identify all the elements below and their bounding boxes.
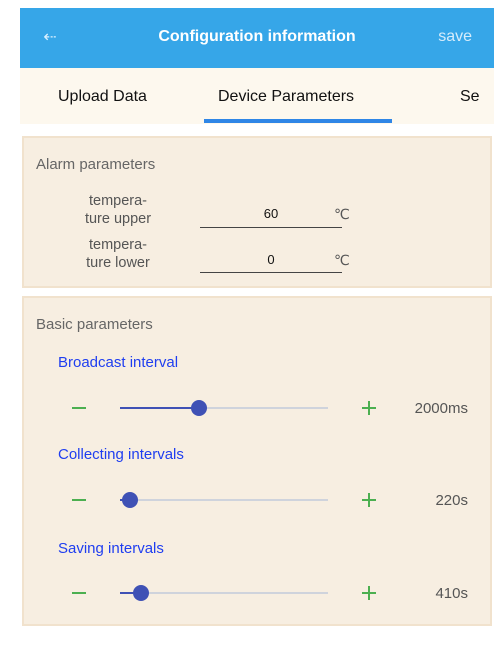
collecting-intervals-decrease-button[interactable] <box>72 499 86 501</box>
temperature-upper-underline <box>200 227 342 228</box>
broadcast-interval-value: 2000ms <box>414 400 468 417</box>
saving-intervals-label: Saving intervals <box>58 540 164 557</box>
saving-intervals-slider[interactable] <box>120 585 328 601</box>
saving-intervals-increase-button[interactable] <box>362 586 376 600</box>
collecting-intervals-slider[interactable] <box>120 492 328 508</box>
slider-thumb[interactable] <box>122 492 139 508</box>
save-button[interactable]: save <box>438 28 472 46</box>
basic-parameters-card: Basic parameters Broadcast interval 2000… <box>22 296 492 626</box>
alarm-parameters-card: Alarm parameters tempera- ture upper 60 … <box>22 136 492 288</box>
temperature-upper-label-line1: tempera- <box>88 193 148 209</box>
temperature-lower-input[interactable]: 0 <box>200 252 342 267</box>
slider-thumb[interactable] <box>132 585 149 601</box>
temperature-lower-unit: ℃ <box>334 252 350 268</box>
broadcast-interval-decrease-button[interactable] <box>72 407 86 409</box>
temperature-upper-unit: ℃ <box>334 206 350 222</box>
slider-thumb[interactable] <box>191 400 208 416</box>
broadcast-interval-increase-button[interactable] <box>362 401 376 415</box>
temperature-upper-label-line2: ture upper <box>84 211 152 227</box>
temperature-lower-label-line1: tempera- <box>88 237 148 253</box>
tab-upload-data[interactable]: Upload Data <box>58 88 147 106</box>
temperature-upper-input[interactable]: 60 <box>200 206 342 221</box>
slider-fill <box>120 407 200 409</box>
temperature-upper-label: tempera- ture upper <box>60 192 176 228</box>
page-title: Configuration information <box>158 28 356 45</box>
tab-device-parameters[interactable]: Device Parameters <box>218 88 354 106</box>
collecting-intervals-increase-button[interactable] <box>362 493 376 507</box>
broadcast-interval-label: Broadcast interval <box>58 354 179 371</box>
saving-intervals-value: 410s <box>435 585 468 602</box>
collecting-intervals-value: 220s <box>435 492 468 509</box>
temperature-lower-underline <box>200 272 342 273</box>
temperature-lower-label-line2: ture lower <box>86 255 150 271</box>
tab-indicator <box>204 119 392 123</box>
app-header: ⇠ Configuration information save <box>20 8 494 68</box>
basic-parameters-title: Basic parameters <box>36 316 153 333</box>
collecting-intervals-label: Collecting intervals <box>58 446 184 463</box>
temperature-lower-label: tempera- ture lower <box>60 236 176 272</box>
broadcast-interval-slider[interactable] <box>120 400 328 416</box>
alarm-parameters-title: Alarm parameters <box>36 156 156 173</box>
tab-settings[interactable]: Se <box>460 88 480 106</box>
saving-intervals-decrease-button[interactable] <box>72 592 86 594</box>
tab-bar: Upload Data Device Parameters Se <box>20 68 494 124</box>
